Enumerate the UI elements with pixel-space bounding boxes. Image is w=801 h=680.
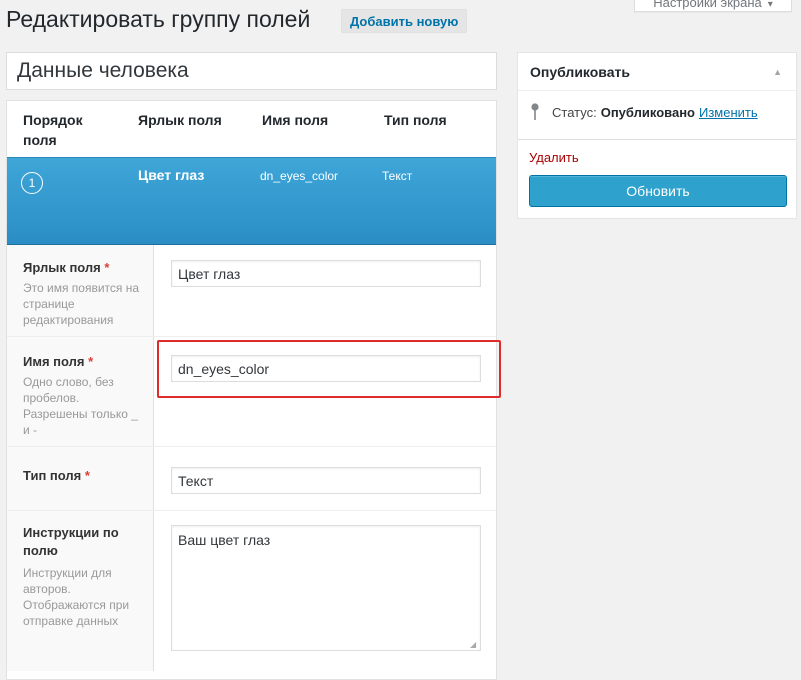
status-edit-link[interactable]: Изменить — [699, 105, 758, 120]
field-row-type: Текст — [382, 169, 413, 183]
field-row-name: dn_eyes_color — [260, 169, 339, 183]
setting-instructions-title: Инструкции по полю — [23, 525, 119, 558]
screen-options-button[interactable]: Настройки экрана ▾ — [634, 0, 792, 12]
delete-link[interactable]: Удалить — [529, 150, 579, 165]
column-label: Ярлык поля — [138, 112, 222, 128]
column-type: Тип поля — [384, 112, 447, 128]
field-row-active[interactable]: 1 Цвет глаз dn_eyes_color Текст — [7, 157, 496, 245]
pin-icon — [531, 103, 539, 120]
status-line: Статус: Опубликовано Изменить — [530, 103, 758, 121]
setting-name-title: Имя поля * — [23, 353, 143, 371]
setting-type-title-text: Тип поля — [23, 468, 82, 483]
publish-title: Опубликовать — [530, 64, 630, 80]
resize-grip-icon[interactable]: ◢ — [470, 641, 478, 649]
field-order-badge[interactable]: 1 — [21, 172, 43, 194]
required-marker: * — [84, 468, 90, 483]
fields-box: Порядок поля Ярлык поля Имя поля Тип пол… — [6, 100, 497, 680]
setting-name-title-text: Имя поля — [23, 354, 85, 369]
setting-label-title: Ярлык поля * — [23, 259, 143, 277]
field-label-input[interactable] — [171, 260, 481, 287]
setting-type: Тип поля * — [7, 447, 496, 511]
status-label: Статус: — [552, 104, 597, 120]
field-instructions-textarea[interactable]: Ваш цвет глаз — [171, 525, 481, 651]
setting-label: Ярлык поля * Это имя появится на страниц… — [7, 245, 496, 337]
publish-box: Опубликовать ▲ Статус: Опубликовано Изме… — [517, 52, 797, 219]
setting-label-desc: Это имя появится на странице редактирова… — [23, 281, 140, 327]
setting-instructions: Инструкции по полю Инструкции для авторо… — [7, 511, 496, 671]
fields-table-header: Порядок поля Ярлык поля Имя поля Тип пол… — [7, 101, 496, 157]
required-marker: * — [88, 354, 94, 369]
add-new-button[interactable]: Добавить новую — [341, 9, 468, 33]
field-type-select[interactable] — [171, 467, 481, 494]
setting-type-title: Тип поля * — [23, 467, 143, 485]
setting-name: Имя поля * Одно слово, без пробелов. Раз… — [7, 337, 496, 447]
status-value: Опубликовано — [600, 104, 695, 120]
publish-header[interactable]: Опубликовать ▲ — [518, 53, 796, 91]
column-name: Имя поля — [262, 112, 329, 128]
setting-instructions-desc: Инструкции для авторов. Отображаются при… — [23, 566, 130, 628]
chevron-down-icon: ▾ — [767, 0, 773, 10]
update-button[interactable]: Обновить — [529, 175, 787, 207]
setting-label-title-text: Ярлык поля — [23, 260, 101, 275]
column-order: Порядок поля — [23, 112, 83, 148]
collapse-arrow-icon[interactable]: ▲ — [773, 67, 782, 77]
field-name-input[interactable] — [171, 355, 481, 382]
page-title: Редактировать группу полей — [6, 6, 311, 32]
field-row-label[interactable]: Цвет глаз — [138, 167, 204, 183]
required-marker: * — [104, 260, 110, 275]
group-title-input[interactable]: Данные человека — [6, 52, 497, 90]
setting-name-desc: Одно слово, без пробелов. Разрешены толь… — [23, 375, 138, 437]
publish-actions: Удалить Обновить — [518, 139, 796, 218]
screen-options-label: Настройки экрана — [653, 0, 762, 10]
